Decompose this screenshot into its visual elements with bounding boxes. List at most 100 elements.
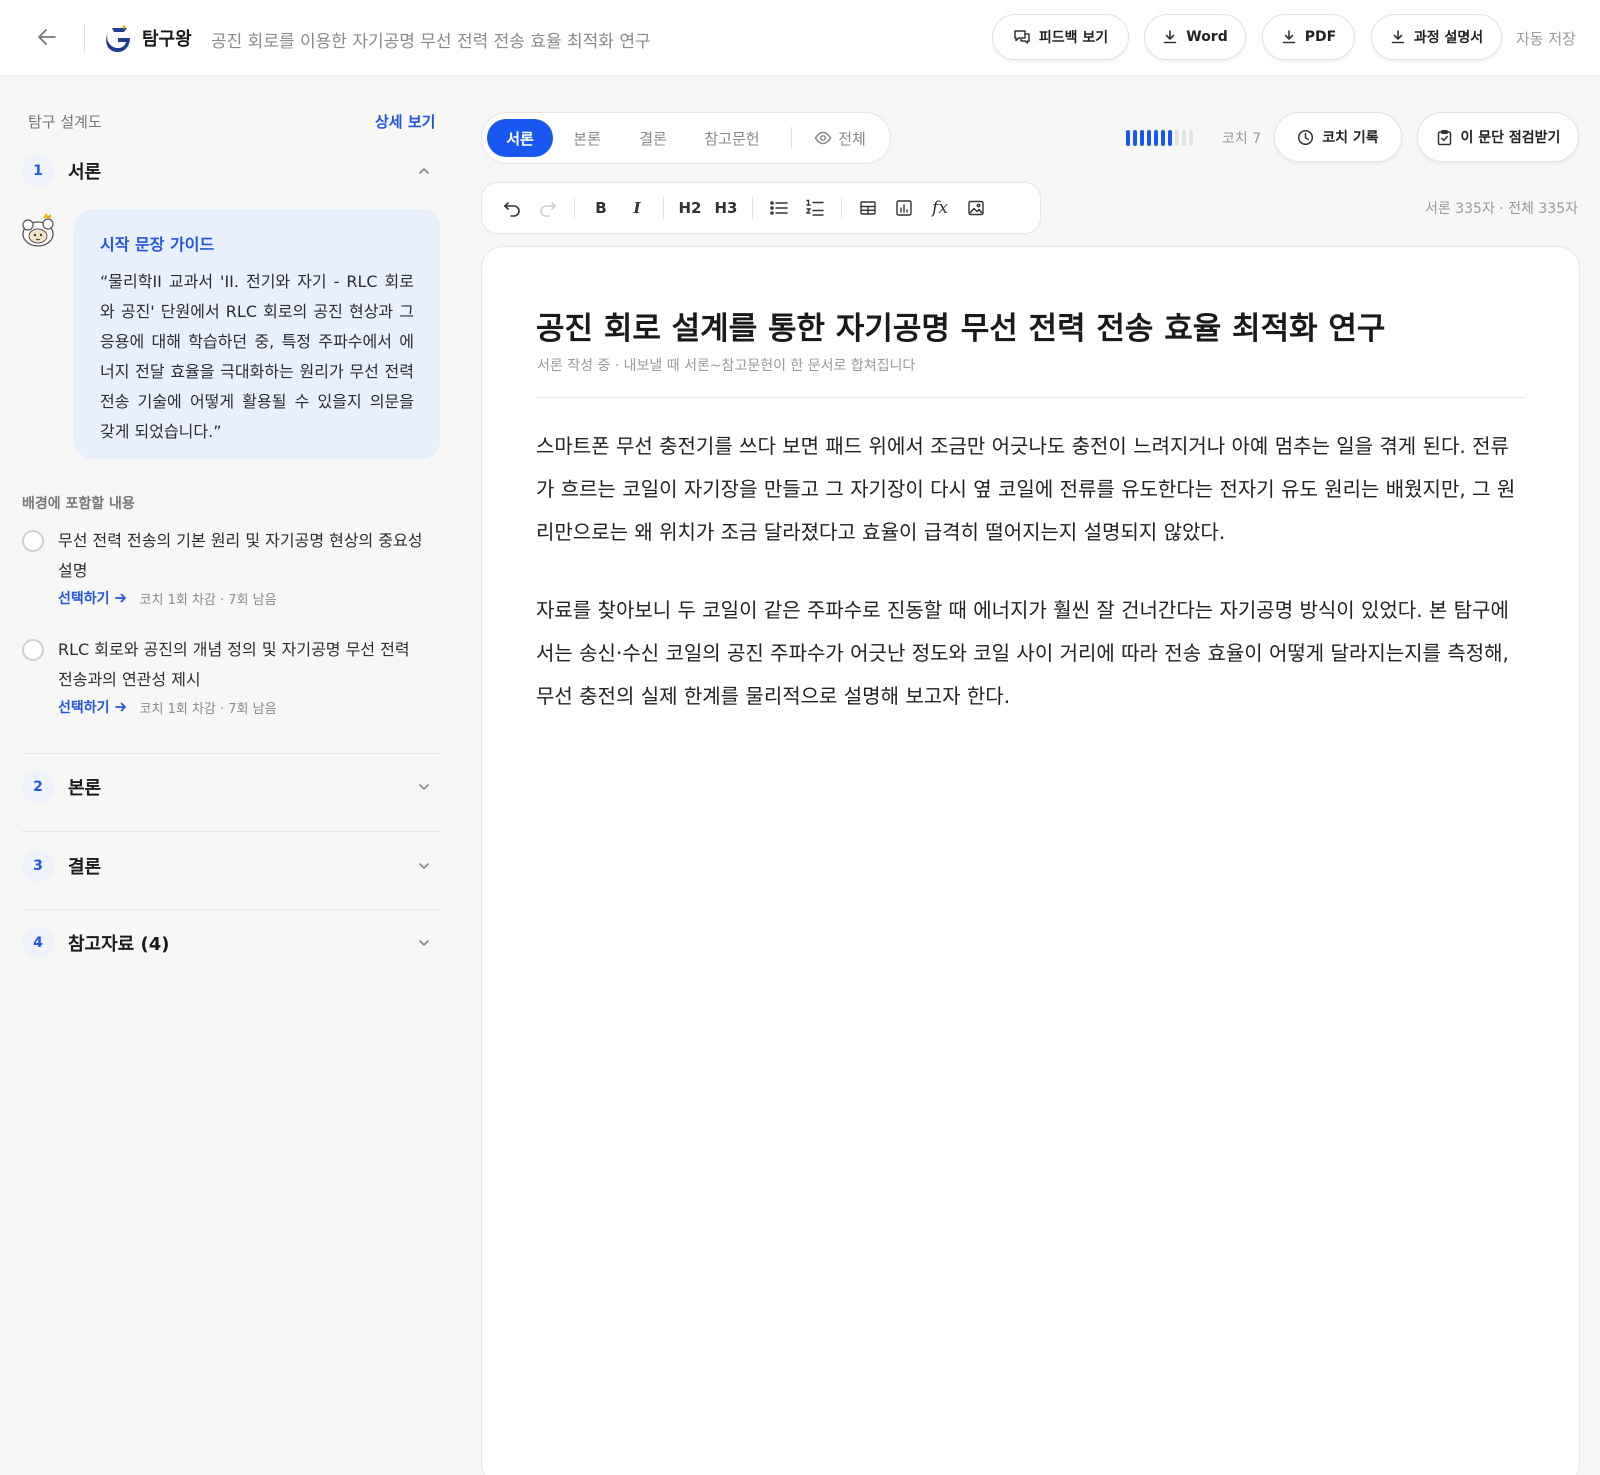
start-sentence-guide-card: 시작 문장 가이드 “물리학II 교과서 'II. 전기와 자기 - RLC 회… xyxy=(74,209,440,459)
redo-icon[interactable] xyxy=(530,190,566,226)
italic-button[interactable]: I xyxy=(619,190,655,226)
section-label: 본론 xyxy=(68,778,102,799)
divider xyxy=(663,197,664,219)
tab-all-label: 전체 xyxy=(838,129,866,148)
word-download-button[interactable]: Word xyxy=(1144,14,1246,60)
chevron-up-icon[interactable] xyxy=(416,163,432,179)
section-body-header[interactable]: 2 본론 xyxy=(22,769,440,805)
divider xyxy=(791,127,792,149)
feedback-label: 피드백 보기 xyxy=(1038,30,1109,46)
tab-references[interactable]: 참고문헌 xyxy=(685,119,779,157)
chevron-down-icon[interactable] xyxy=(416,858,432,874)
select-link-label: 선택하기 xyxy=(58,591,110,607)
sidebar-title: 탐구 설계도 xyxy=(28,113,102,131)
progress-segment xyxy=(1133,130,1137,146)
coach-cost-hint: 코치 1회 차감 · 7회 남음 xyxy=(139,701,277,717)
editor-paragraph[interactable]: 자료를 찾아보니 두 코일이 같은 주파수로 진동할 때 에너지가 훨씬 잘 건… xyxy=(536,589,1526,718)
word-label: Word xyxy=(1186,29,1228,45)
arrow-right-icon xyxy=(114,702,126,712)
heading2-button[interactable]: H2 xyxy=(672,190,708,226)
heading3-button[interactable]: H3 xyxy=(708,190,744,226)
download-icon xyxy=(1163,30,1177,44)
chevron-down-icon[interactable] xyxy=(416,779,432,795)
section-number-badge: 4 xyxy=(22,927,54,959)
progress-segment xyxy=(1182,130,1186,146)
undo-icon[interactable] xyxy=(494,190,530,226)
process-doc-download-button[interactable]: 과정 설명서 xyxy=(1371,14,1502,60)
select-link-label: 선택하기 xyxy=(58,700,110,716)
paragraph-check-label: 이 문단 점검받기 xyxy=(1460,130,1561,146)
clock-icon xyxy=(1298,129,1314,145)
coach-log-button[interactable]: 코치 기록 xyxy=(1274,112,1402,162)
background-contents-label: 배경에 포함할 내용 xyxy=(22,496,135,512)
bold-button[interactable]: B xyxy=(583,190,619,226)
formula-button[interactable]: fx xyxy=(922,190,958,226)
divider xyxy=(841,197,842,219)
pdf-label: PDF xyxy=(1304,29,1337,45)
section-references-header[interactable]: 4 참고자료 (4) xyxy=(22,925,440,961)
eye-icon xyxy=(814,131,832,145)
section-conclusion-header[interactable]: 3 결론 xyxy=(22,848,440,884)
comment-icon xyxy=(1014,30,1030,44)
tab-intro[interactable]: 서론 xyxy=(487,119,553,157)
document-editor[interactable]: 공진 회로 설계를 통한 자기공명 무선 전력 전송 효율 최적화 연구 서론 … xyxy=(481,246,1580,1475)
coach-log-label: 코치 기록 xyxy=(1322,130,1379,146)
numbered-list-icon[interactable] xyxy=(797,190,833,226)
divider xyxy=(574,197,575,219)
table-icon[interactable] xyxy=(850,190,886,226)
progress-segment xyxy=(1161,130,1165,146)
progress-segment xyxy=(1189,130,1193,146)
arrow-right-icon xyxy=(114,593,126,603)
checklist-radio[interactable] xyxy=(22,639,44,661)
checklist-text: 무선 전력 전송의 기본 원리 및 자기공명 현상의 중요성 설명 xyxy=(58,531,423,580)
select-link[interactable]: 선택하기 xyxy=(58,697,128,717)
section-number-badge: 1 xyxy=(22,155,54,187)
guide-text: “물리학II 교과서 'II. 전기와 자기 - RLC 회로와 공진' 단원에… xyxy=(100,272,414,441)
section-intro-header[interactable]: 1 서론 xyxy=(22,153,440,189)
chevron-down-icon[interactable] xyxy=(416,935,432,951)
download-icon xyxy=(1391,30,1405,44)
coach-progress-bar xyxy=(1126,130,1193,146)
checklist-radio[interactable] xyxy=(22,530,44,552)
tab-conclusion[interactable]: 결론 xyxy=(621,119,685,157)
editor-paragraph[interactable]: 스마트폰 무선 충전기를 쓰다 보면 패드 위에서 조금만 어긋나도 충전이 느… xyxy=(536,425,1526,554)
pdf-download-button[interactable]: PDF xyxy=(1262,14,1355,60)
progress-segment xyxy=(1140,130,1144,146)
checklist-meta: 선택하기 코치 1회 차감 · 7회 남음 xyxy=(58,697,277,717)
feedback-button[interactable]: 피드백 보기 xyxy=(992,14,1129,60)
section-number-badge: 3 xyxy=(22,850,54,882)
divider xyxy=(22,909,440,910)
divider xyxy=(22,831,440,832)
progress-segment xyxy=(1154,130,1158,146)
coach-cost-hint: 코치 1회 차감 · 7회 남음 xyxy=(139,592,277,608)
coach-avatar xyxy=(20,210,60,250)
tab-all[interactable]: 전체 xyxy=(804,119,876,157)
process-doc-label: 과정 설명서 xyxy=(1413,30,1484,46)
checklist-text: RLC 회로와 공진의 개념 정의 및 자기공명 무선 전력 전송과의 연관성 … xyxy=(58,640,410,689)
coach-remaining-count: 코치 7 xyxy=(1222,131,1262,147)
bullet-list-icon[interactable] xyxy=(761,190,797,226)
sidebar: 탐구 설계도 상세 보기 1 서론 시작 문장 가이드 “물리학II 교과서 '… xyxy=(0,77,460,1475)
progress-segment xyxy=(1175,130,1179,146)
divider xyxy=(752,197,753,219)
section-label: 참고자료 (4) xyxy=(68,934,170,955)
autosave-status: 자동 저장 xyxy=(1516,30,1576,48)
brand-logo-icon xyxy=(102,24,130,52)
download-icon xyxy=(1282,30,1296,44)
section-label: 서론 xyxy=(68,162,102,183)
top-bar: 탐구왕 공진 회로를 이용한 자기공명 무선 전력 전송 효율 최적화 연구 피… xyxy=(0,0,1600,76)
editor-subtitle: 서론 작성 중 · 내보낼 때 서론~참고문헌이 한 문서로 합쳐집니다 xyxy=(537,358,916,374)
editor-toolbar: B I H2 H3 fx xyxy=(481,182,1041,234)
editor-title[interactable]: 공진 회로 설계를 통한 자기공명 무선 전력 전송 효율 최적화 연구 xyxy=(536,303,1385,348)
chart-icon[interactable] xyxy=(886,190,922,226)
back-arrow-icon[interactable] xyxy=(32,22,62,52)
select-link[interactable]: 선택하기 xyxy=(58,588,128,608)
character-count: 서론 335자 · 전체 335자 xyxy=(1425,201,1578,217)
paragraph-check-button[interactable]: 이 문단 점검받기 xyxy=(1417,112,1579,162)
tab-body[interactable]: 본론 xyxy=(553,119,621,157)
image-icon[interactable] xyxy=(958,190,994,226)
detail-view-link[interactable]: 상세 보기 xyxy=(375,111,435,132)
divider xyxy=(536,397,1526,398)
progress-segment xyxy=(1168,130,1172,146)
checklist-meta: 선택하기 코치 1회 차감 · 7회 남음 xyxy=(58,588,277,608)
